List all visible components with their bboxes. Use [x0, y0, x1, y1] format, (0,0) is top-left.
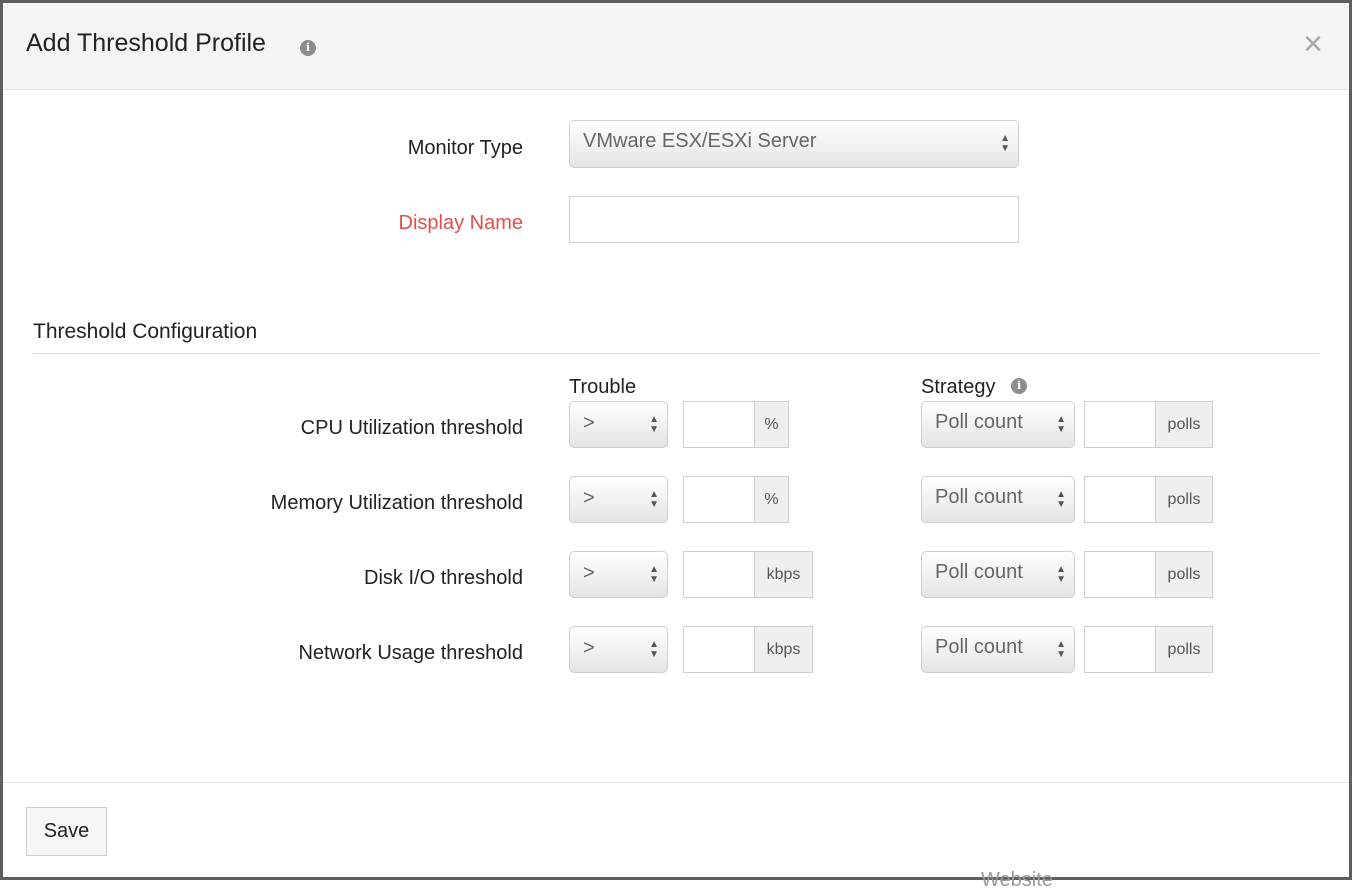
strategy-value-input[interactable] — [1084, 626, 1156, 673]
updown-arrows-icon: ▲ ▼ — [1056, 563, 1066, 585]
threshold-row-label: Memory Utilization threshold — [270, 492, 523, 514]
threshold-value-input[interactable] — [683, 551, 755, 598]
updown-arrows-icon: ▲ ▼ — [1056, 488, 1066, 510]
info-icon[interactable]: i — [300, 40, 316, 56]
dialog-title-text: Add Threshold Profile — [26, 29, 266, 57]
dialog-header: Add Threshold Profile i × — [3, 3, 1349, 90]
strategy-value: Poll count — [935, 561, 1023, 583]
updown-arrows-icon: ▲ ▼ — [649, 563, 659, 585]
threshold-profile-dialog: Add Threshold Profile i × Monitor Type V… — [0, 0, 1352, 891]
section-title: Threshold Configuration — [33, 320, 258, 343]
threshold-row-label: CPU Utilization threshold — [300, 417, 523, 439]
updown-arrows-icon: ▲ ▼ — [1000, 133, 1010, 154]
threshold-value-input[interactable] — [683, 626, 755, 673]
monitor-type-label: Monitor Type — [407, 137, 523, 159]
operator-value: > — [583, 637, 595, 659]
strategy-select[interactable]: Poll count ▲ ▼ — [921, 551, 1075, 598]
strategy-value-input[interactable] — [1084, 476, 1156, 523]
operator-select[interactable]: > ▲ ▼ — [569, 626, 668, 673]
strategy-value-input[interactable] — [1084, 401, 1156, 448]
divider — [33, 353, 1319, 354]
threshold-value-input[interactable] — [683, 401, 755, 448]
polls-addon: polls — [1155, 626, 1213, 673]
operator-value: > — [583, 412, 595, 434]
threshold-value-input[interactable] — [683, 476, 755, 523]
strategy-select[interactable]: Poll count ▲ ▼ — [921, 626, 1075, 673]
save-button[interactable]: Save — [26, 807, 107, 856]
threshold-row-label: Network Usage threshold — [298, 642, 523, 664]
unit-addon: % — [754, 401, 789, 448]
updown-arrows-icon: ▲ ▼ — [649, 488, 659, 510]
monitor-type-value: VMware ESX/ESXi Server — [583, 130, 817, 152]
strategy-value-input[interactable] — [1084, 551, 1156, 598]
trouble-column-header: Trouble — [569, 376, 637, 398]
polls-addon: polls — [1155, 551, 1213, 598]
unit-addon: kbps — [754, 551, 813, 598]
updown-arrows-icon: ▲ ▼ — [649, 638, 659, 660]
unit-addon: kbps — [754, 626, 813, 673]
operator-value: > — [583, 562, 595, 584]
display-name-input[interactable] — [569, 196, 1019, 243]
operator-select[interactable]: > ▲ ▼ — [569, 401, 668, 448]
updown-arrows-icon: ▲ ▼ — [649, 413, 659, 435]
info-icon[interactable]: i — [1011, 377, 1028, 394]
dialog-title: Add Threshold Profile i — [26, 29, 316, 58]
strategy-select[interactable]: Poll count ▲ ▼ — [921, 401, 1075, 448]
updown-arrows-icon: ▲ ▼ — [1056, 638, 1066, 660]
updown-arrows-icon: ▲ ▼ — [1056, 413, 1066, 435]
threshold-row-label: Disk I/O threshold — [364, 567, 523, 589]
strategy-column-header: Strategy i — [921, 376, 1028, 399]
strategy-header-text: Strategy — [921, 376, 996, 398]
strategy-value: Poll count — [935, 636, 1023, 658]
operator-value: > — [583, 487, 595, 509]
display-name-label: Display Name — [398, 212, 523, 234]
strategy-select[interactable]: Poll count ▲ ▼ — [921, 476, 1075, 523]
footer-divider — [3, 782, 1349, 783]
monitor-type-select[interactable]: VMware ESX/ESXi Server ▲ ▼ — [569, 120, 1019, 168]
close-icon[interactable]: × — [1303, 27, 1323, 61]
strategy-value: Poll count — [935, 486, 1023, 508]
polls-addon: polls — [1155, 401, 1213, 448]
unit-addon: % — [754, 476, 789, 523]
strategy-value: Poll count — [935, 411, 1023, 433]
operator-select[interactable]: > ▲ ▼ — [569, 551, 668, 598]
polls-addon: polls — [1155, 476, 1213, 523]
operator-select[interactable]: > ▲ ▼ — [569, 476, 668, 523]
background-peek-text: Website — [981, 869, 1053, 891]
